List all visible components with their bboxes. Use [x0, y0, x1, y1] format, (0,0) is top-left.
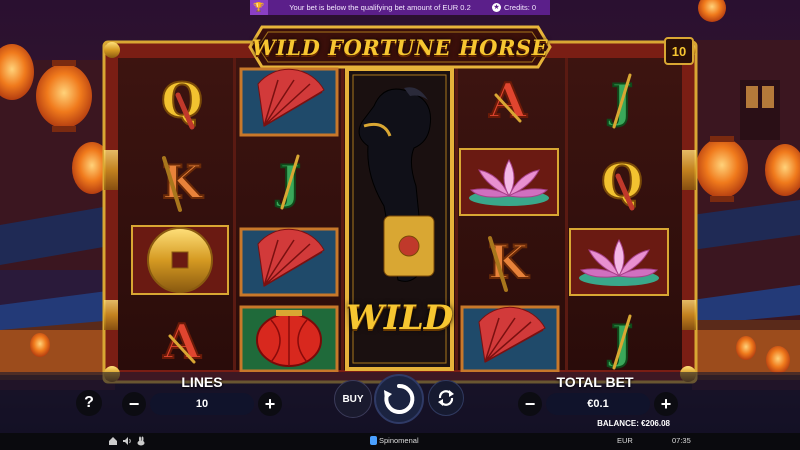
autoplay-icon [438, 390, 454, 406]
star-coin-icon: ★ [492, 3, 501, 12]
symbol-gold-coin [131, 225, 229, 295]
bet-minus-button[interactable]: − [518, 392, 542, 416]
active-lines-badge: 10 [664, 37, 694, 65]
turbo-rabbit-icon[interactable] [136, 436, 146, 448]
symbol-fan [239, 67, 339, 137]
symbol-lotus [459, 148, 559, 216]
currency-label: EUR [617, 436, 633, 445]
symbol-fan [239, 227, 339, 297]
symbol-lotus [569, 228, 669, 296]
svg-text:K: K [488, 235, 530, 289]
symbol-red-lantern [239, 305, 339, 372]
total-bet-value: €0.1 [546, 393, 650, 415]
credits-indicator: ★ Credits: 0 [492, 3, 550, 12]
lines-plus-button[interactable]: + [258, 392, 282, 416]
game-title: WILD FORTUNE HORSE [251, 34, 549, 60]
credits-text: Credits: 0 [504, 3, 537, 12]
total-bet-label: TOTAL BET [556, 374, 634, 390]
spin-button[interactable] [374, 374, 424, 424]
help-button[interactable]: ? [76, 390, 102, 416]
notification-bar: 🏆 Your bet is below the qualifying bet a… [250, 0, 550, 15]
svg-text:A: A [488, 73, 527, 129]
clock: 07:35 [672, 436, 691, 445]
lines-minus-button[interactable]: − [122, 392, 146, 416]
bet-plus-button[interactable]: + [654, 392, 678, 416]
brand-icon [370, 436, 377, 445]
symbol-q: Q [600, 153, 644, 211]
symbol-a: A [487, 72, 528, 130]
svg-text:K: K [162, 155, 204, 209]
spin-icon [384, 383, 415, 414]
brand-logo: Spinomenal [370, 436, 419, 445]
home-icon[interactable] [108, 436, 118, 448]
brand-name: Spinomenal [379, 436, 419, 445]
symbol-q: Q [160, 72, 204, 130]
symbol-k: K [161, 154, 205, 212]
trophy-icon[interactable]: 🏆 [250, 0, 268, 15]
symbol-j: J [606, 73, 634, 129]
symbol-fan [460, 305, 560, 372]
buy-bonus-button[interactable]: BUY [334, 380, 372, 418]
notification-message: Your bet is below the qualifying bet amo… [289, 3, 471, 12]
symbol-a: A [161, 313, 202, 370]
autoplay-button[interactable] [428, 380, 464, 416]
lines-label: LINES [181, 374, 223, 390]
wild-label: WILD [345, 298, 454, 338]
lines-value: 10 [150, 393, 254, 415]
symbol-j: J [274, 154, 302, 210]
svg-text:A: A [162, 314, 201, 370]
bottom-bar: Spinomenal EUR 07:35 [0, 433, 800, 450]
symbol-j: J [606, 314, 634, 370]
symbol-k: K [487, 234, 531, 292]
balance-display: BALANCE: €206.08 [597, 419, 670, 428]
sound-icon[interactable] [122, 436, 132, 448]
